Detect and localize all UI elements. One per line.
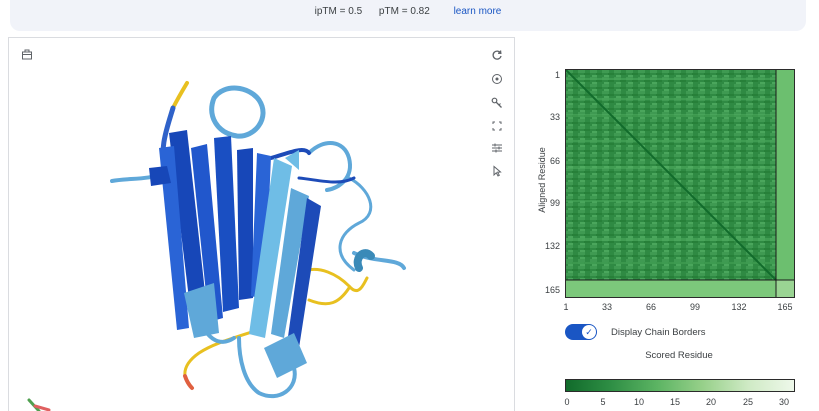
y-tick: 1 xyxy=(554,70,560,80)
pointer-icon[interactable] xyxy=(487,161,507,181)
target-icon[interactable] xyxy=(487,69,507,89)
colorbar-tick: 15 xyxy=(669,397,681,407)
x-tick: 33 xyxy=(601,302,613,312)
reset-icon[interactable] xyxy=(487,45,507,65)
y-tick: 66 xyxy=(549,156,560,166)
metrics-row: ipTM = 0.5 pTM = 0.82 learn more xyxy=(10,6,806,17)
colorbar-tick: 5 xyxy=(600,397,606,407)
iptm-value: ipTM = 0.5 xyxy=(314,6,363,17)
x-tick: 132 xyxy=(731,302,747,312)
y-tick: 165 xyxy=(544,285,560,295)
key-icon[interactable] xyxy=(487,93,507,113)
x-tick: 1 xyxy=(563,302,569,312)
y-tick: 132 xyxy=(544,241,560,251)
x-tick: 66 xyxy=(645,302,657,312)
settings-icon[interactable] xyxy=(487,138,507,158)
protein-structure-render[interactable] xyxy=(9,38,514,411)
metrics-bar: ipTM = 0.5 pTM = 0.82 learn more xyxy=(10,0,806,31)
colorbar-tick: 25 xyxy=(742,397,754,407)
axes-gizmo xyxy=(27,398,51,411)
colorbar-tick: 30 xyxy=(778,397,790,407)
pae-panel: Aligned Residue 1 33 66 99 132 165 1 33 xyxy=(520,60,810,410)
x-tick: 165 xyxy=(777,302,793,312)
colorbar-tick: 10 xyxy=(633,397,645,407)
learn-more-link[interactable]: learn more xyxy=(454,6,502,17)
pae-colorbar xyxy=(565,379,795,392)
fullscreen-icon[interactable] xyxy=(487,116,507,136)
pae-heatmap[interactable] xyxy=(565,69,795,298)
x-axis-label: Scored Residue xyxy=(645,350,713,361)
colorbar-tick: 20 xyxy=(705,397,717,407)
chain-borders-row: ✓ Display Chain Borders xyxy=(565,324,706,340)
y-tick: 99 xyxy=(549,198,560,208)
structure-viewer[interactable] xyxy=(8,37,515,411)
x-tick: 99 xyxy=(689,302,701,312)
chain-borders-label: Display Chain Borders xyxy=(611,326,706,338)
colorbar-tick: 0 xyxy=(564,397,570,407)
y-axis-label: Aligned Residue xyxy=(537,147,547,213)
check-icon: ✓ xyxy=(582,325,596,339)
ptm-value: pTM = 0.82 xyxy=(378,6,430,17)
chain-borders-toggle[interactable]: ✓ xyxy=(565,324,597,340)
download-icon[interactable] xyxy=(17,45,37,65)
y-tick: 33 xyxy=(549,112,560,122)
